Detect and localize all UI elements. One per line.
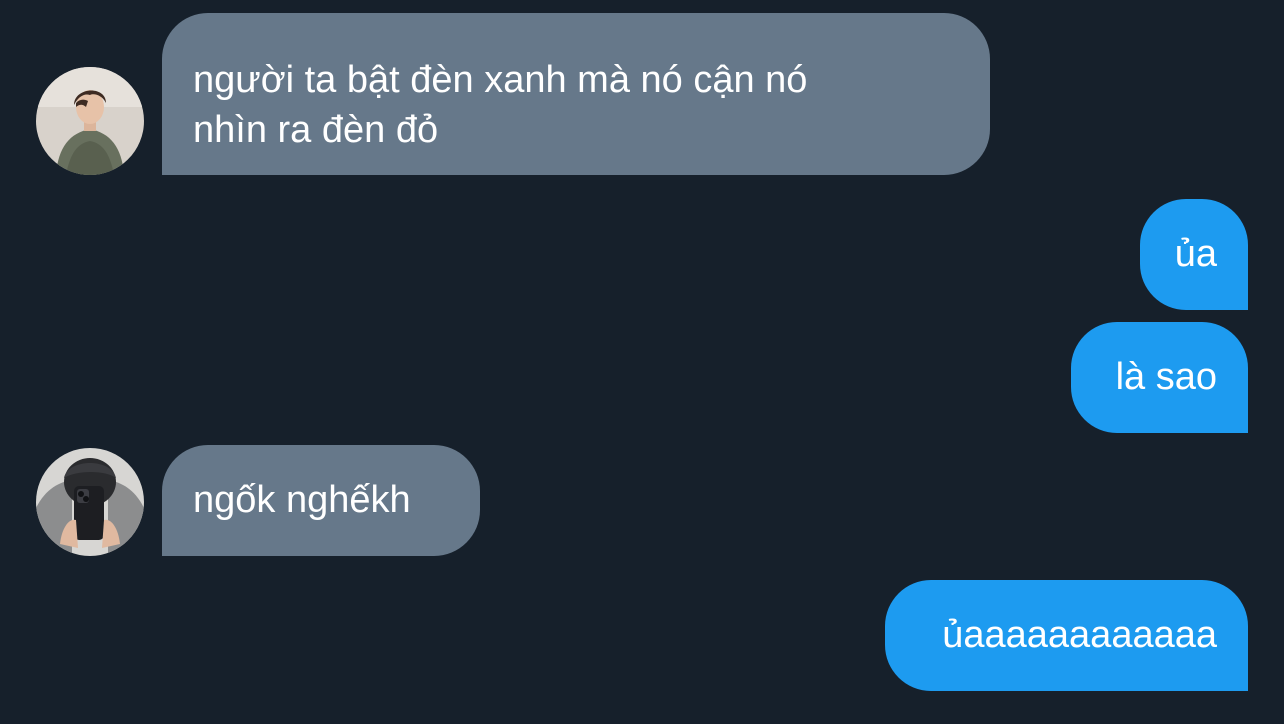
message-text-line: người ta bật đèn xanh mà nó cận nó (193, 59, 808, 101)
message-text: ủaaaaaaaaaaaa (942, 614, 1217, 656)
message-bubble-incoming[interactable]: ngốk nghếkh (162, 445, 480, 556)
person-photo-icon (36, 67, 144, 175)
sender-avatar[interactable] (36, 448, 144, 556)
message-bubble-outgoing[interactable]: ủa (1140, 199, 1248, 310)
mirror-selfie-icon (36, 448, 144, 556)
message-bubble-outgoing[interactable]: ủaaaaaaaaaaaa (885, 580, 1248, 691)
message-text-line: nhìn ra đèn đỏ (193, 109, 439, 151)
message-text: là sao (1115, 356, 1217, 398)
sender-avatar[interactable] (36, 67, 144, 175)
message-bubble-incoming[interactable]: người ta bật đèn xanh mà nó cận nó nhìn … (162, 13, 990, 175)
message-text: ngốk nghếkh (193, 479, 411, 521)
message-bubble-outgoing[interactable]: là sao (1071, 322, 1248, 433)
message-text: ủa (1174, 233, 1217, 275)
